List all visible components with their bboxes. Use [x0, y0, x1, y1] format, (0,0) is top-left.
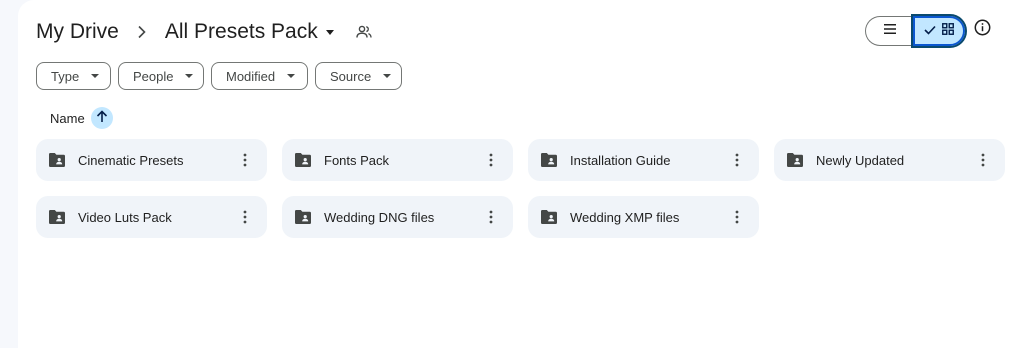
sort-direction-button[interactable]: [90, 107, 113, 129]
filter-type-chip[interactable]: Type: [36, 62, 111, 90]
folder-card[interactable]: Fonts Pack: [282, 139, 513, 181]
sort-header: Name: [50, 107, 113, 129]
current-folder-label: All Presets Pack: [164, 20, 318, 43]
folder-card[interactable]: Installation Guide: [528, 139, 759, 181]
folder-name: Newly Updated: [816, 152, 905, 168]
chevron-down-icon: [91, 74, 100, 78]
filter-source-label: Source: [330, 68, 372, 84]
filter-people-chip[interactable]: People: [118, 62, 204, 90]
check-icon: [924, 22, 936, 40]
more-options-button[interactable]: [481, 205, 501, 229]
folder-name: Cinematic Presets: [78, 152, 184, 168]
shared-folder-icon: [540, 209, 558, 225]
more-options-button[interactable]: [727, 148, 747, 172]
more-vert-icon: [981, 153, 985, 167]
folder-name: Fonts Pack: [324, 152, 390, 168]
arrow-up-icon: [96, 110, 108, 126]
folder-card[interactable]: Wedding DNG files: [282, 196, 513, 238]
list-view-button[interactable]: [865, 16, 913, 46]
breadcrumb-separator-icon: [137, 25, 147, 39]
filter-people-label: People: [133, 68, 174, 84]
shared-folder-icon: [540, 152, 558, 168]
view-toggle: [865, 14, 967, 48]
list-icon: [883, 22, 897, 40]
breadcrumb-my-drive[interactable]: My Drive: [36, 20, 119, 44]
filter-modified-chip[interactable]: Modified: [211, 62, 308, 90]
more-options-button[interactable]: [973, 148, 993, 172]
folder-card[interactable]: Cinematic Presets: [36, 139, 267, 181]
more-vert-icon: [489, 153, 493, 167]
folder-name: Video Luts Pack: [78, 209, 172, 225]
chevron-down-icon: [383, 74, 392, 78]
shared-folder-icon: [786, 152, 804, 168]
filter-bar: Type People Modified Source: [36, 62, 402, 90]
breadcrumb: My Drive All Presets Pack: [36, 17, 372, 47]
more-options-button[interactable]: [235, 148, 255, 172]
folder-name: Installation Guide: [570, 152, 671, 168]
filter-modified-label: Modified: [226, 68, 276, 84]
shared-people-icon[interactable]: [356, 25, 372, 39]
chevron-down-icon: [325, 29, 334, 35]
shared-folder-icon: [294, 209, 312, 225]
folder-name: Wedding DNG files: [324, 209, 435, 225]
more-vert-icon: [489, 210, 493, 224]
more-vert-icon: [735, 210, 739, 224]
grid-icon: [942, 22, 954, 40]
grid-view-button[interactable]: [911, 14, 967, 48]
folder-card[interactable]: Wedding XMP files: [528, 196, 759, 238]
chevron-down-icon: [185, 74, 194, 78]
more-vert-icon: [735, 153, 739, 167]
chevron-down-icon: [287, 74, 296, 78]
more-options-button[interactable]: [727, 205, 747, 229]
folder-card[interactable]: Video Luts Pack: [36, 196, 267, 238]
more-vert-icon: [243, 153, 247, 167]
shared-folder-icon: [48, 209, 66, 225]
folder-card[interactable]: Newly Updated: [774, 139, 1005, 181]
filter-source-chip[interactable]: Source: [315, 62, 402, 90]
more-options-button[interactable]: [481, 148, 501, 172]
shared-folder-icon: [294, 152, 312, 168]
more-vert-icon: [243, 210, 247, 224]
sort-name-label[interactable]: Name: [50, 111, 85, 126]
shared-folder-icon: [48, 152, 66, 168]
breadcrumb-current-folder[interactable]: All Presets Pack: [165, 20, 334, 44]
info-icon: [974, 19, 991, 41]
more-options-button[interactable]: [235, 205, 255, 229]
info-button[interactable]: [973, 19, 991, 41]
folder-grid: Cinematic Presets Fonts Pack Installatio…: [36, 139, 1005, 238]
filter-type-label: Type: [51, 68, 80, 84]
folder-name: Wedding XMP files: [570, 209, 680, 225]
